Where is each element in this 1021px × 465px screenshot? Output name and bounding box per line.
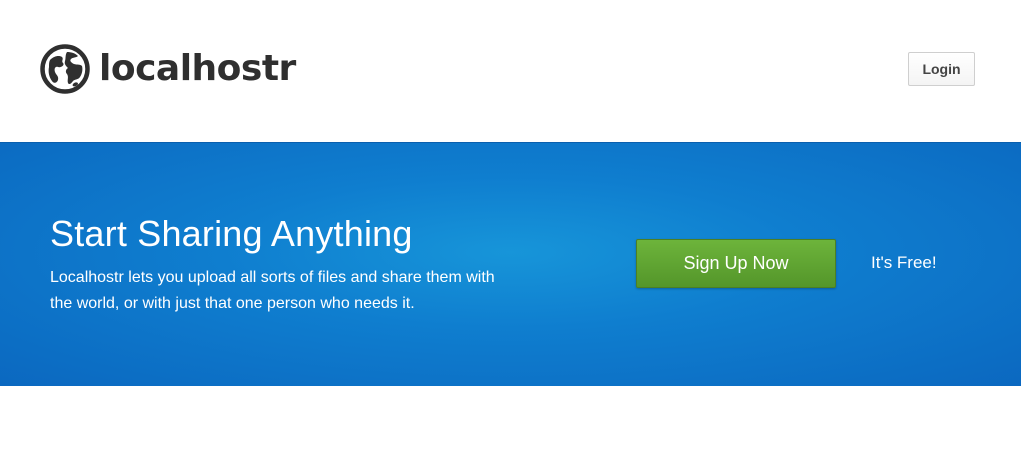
- hero-banner: Start Sharing Anything Localhostr lets y…: [0, 142, 1021, 386]
- free-label: It's Free!: [871, 253, 937, 272]
- brand-name: localhostr: [99, 48, 296, 89]
- logo-link[interactable]: localhostr: [40, 44, 296, 94]
- site-header: localhostr Login: [0, 0, 1021, 142]
- hero-title: Start Sharing Anything: [50, 213, 413, 254]
- hero-description: Localhostr lets you upload all sorts of …: [50, 269, 495, 312]
- sign-up-button[interactable]: Sign Up Now: [636, 239, 836, 288]
- login-button[interactable]: Login: [908, 52, 975, 86]
- globe-icon: [40, 44, 90, 94]
